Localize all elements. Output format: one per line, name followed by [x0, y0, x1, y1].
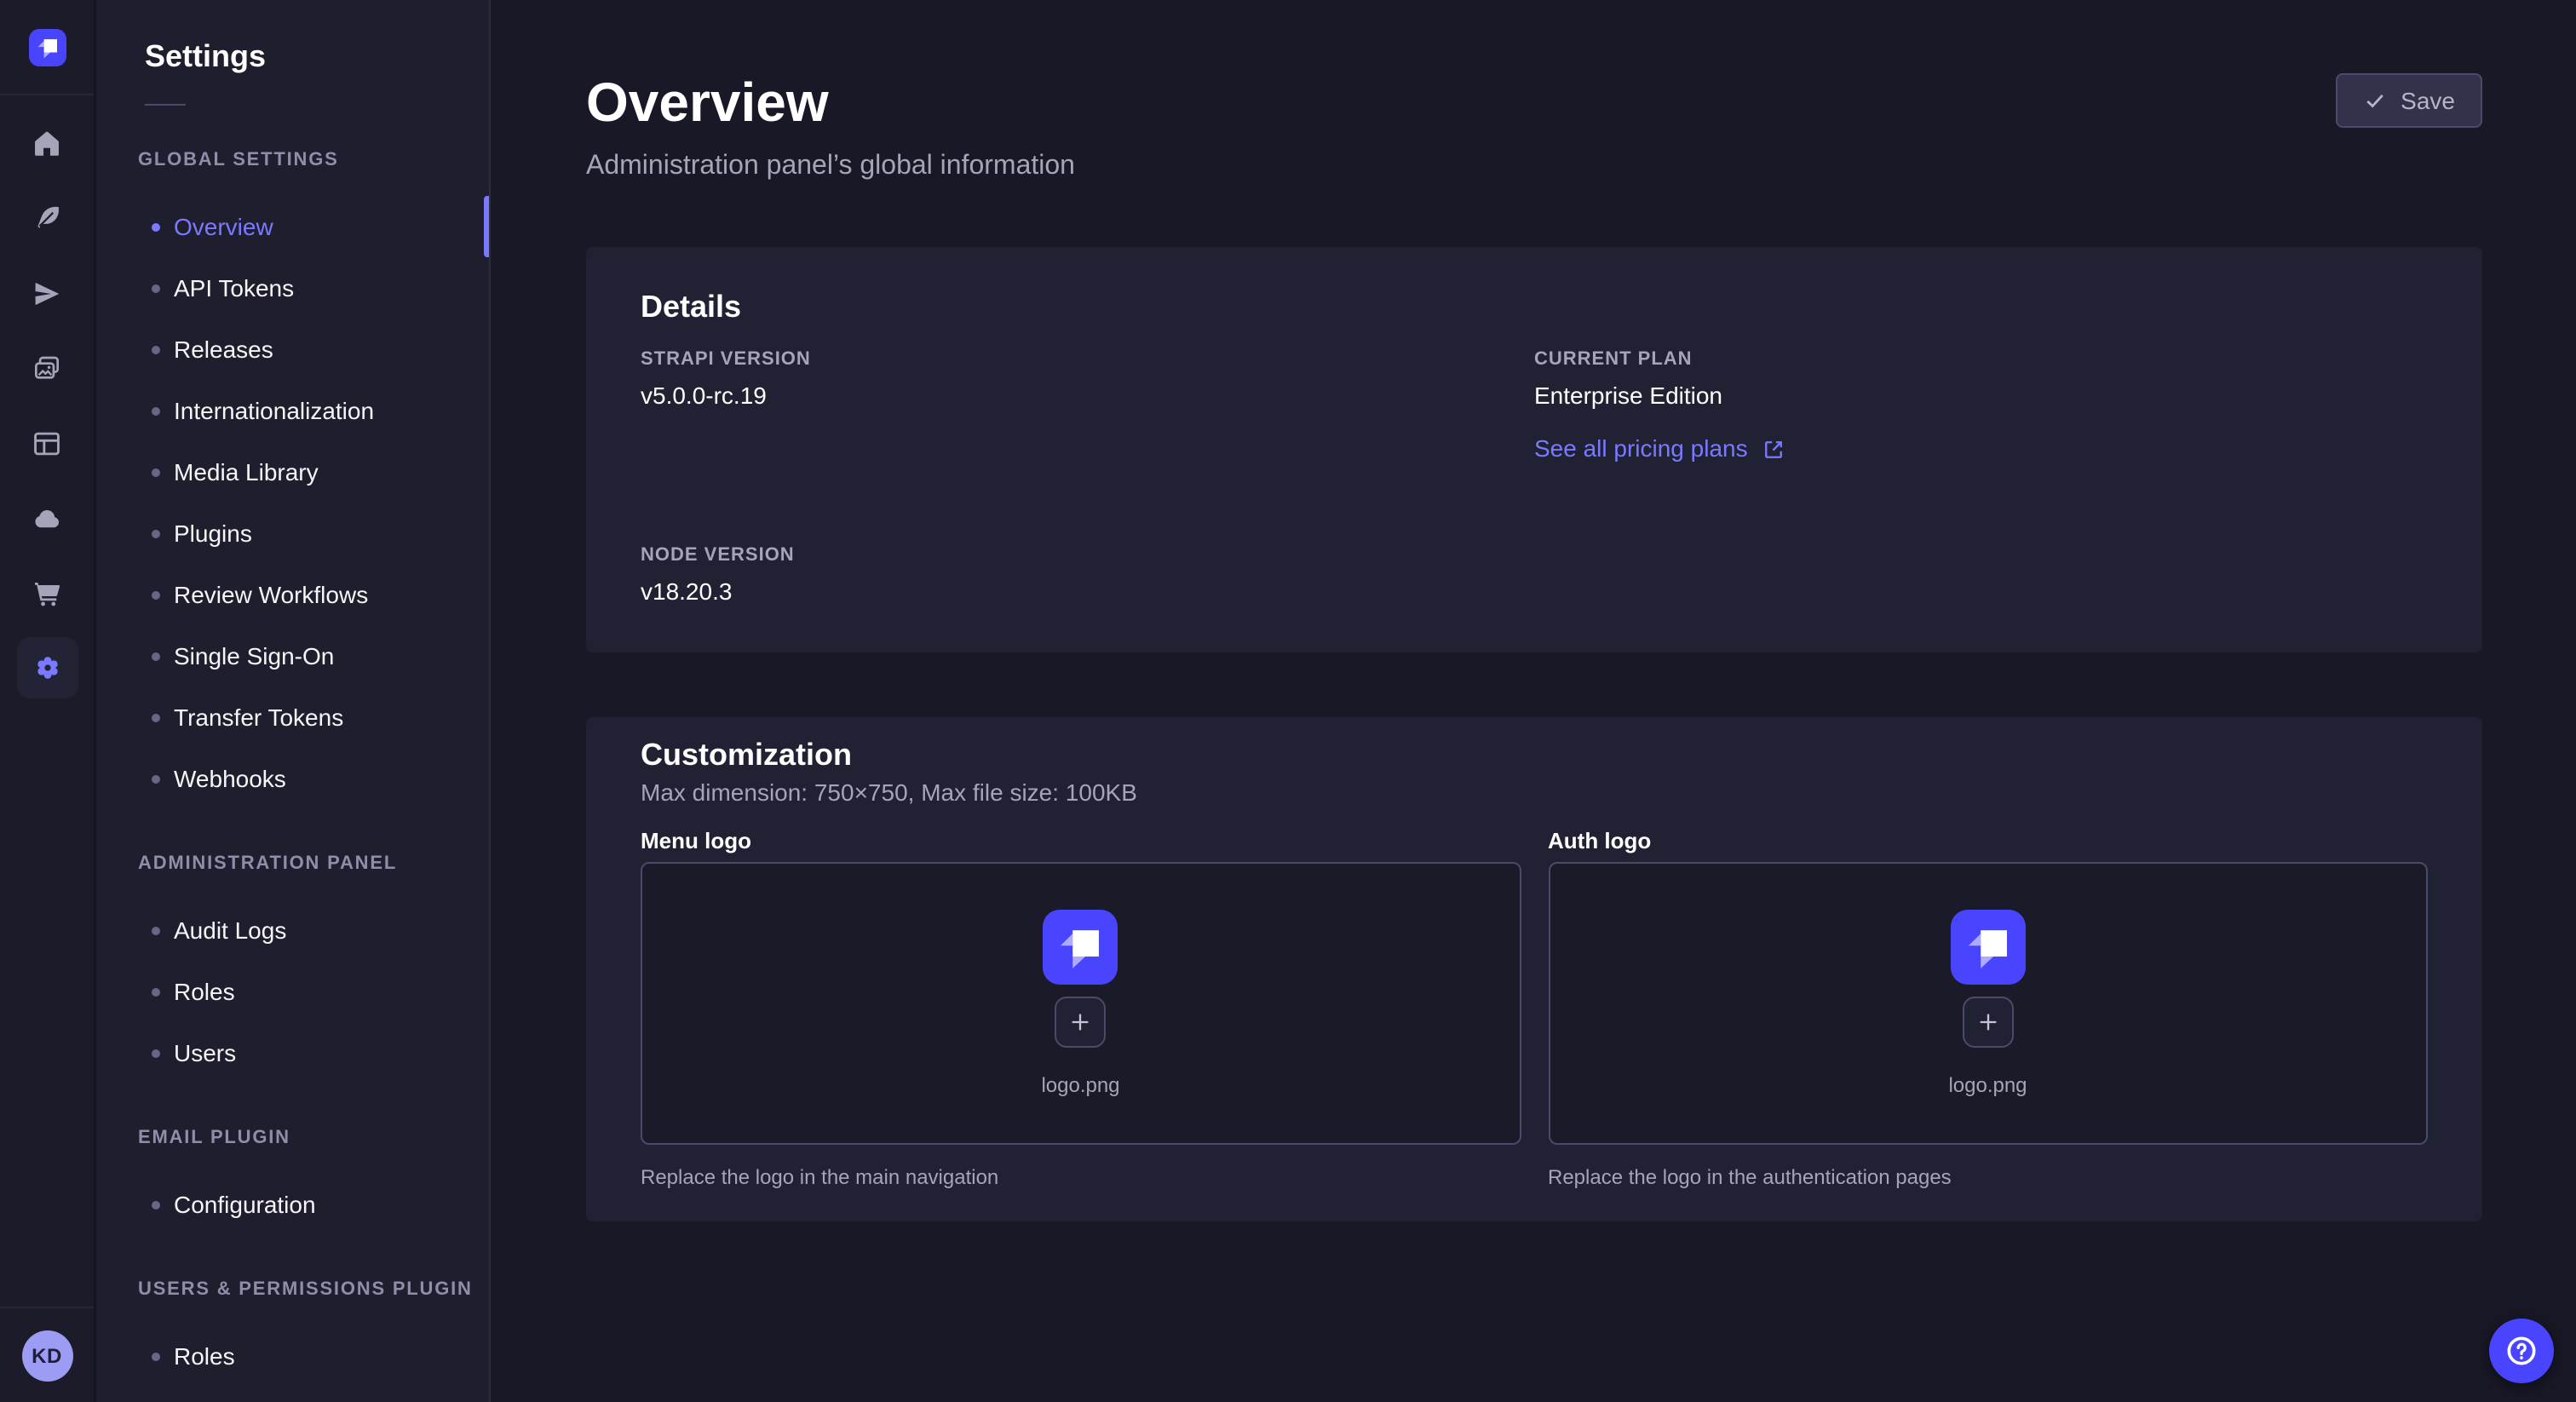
bullet-icon [152, 529, 160, 537]
strapi-logo-preview [1951, 910, 2026, 985]
subnav-section-admin-panel: ADMINISTRATION PANEL Audit Logs Roles Us… [97, 853, 489, 1083]
subnav-item-up-roles[interactable]: Roles [97, 1325, 489, 1387]
subnav-item-overview[interactable]: Overview [97, 196, 489, 257]
plus-icon [1976, 1010, 2000, 1034]
question-icon [2503, 1332, 2540, 1370]
auth-logo-dropzone[interactable]: logo.png [1548, 862, 2428, 1145]
main-content: Overview Save Administration panel’s glo… [491, 0, 2576, 1402]
pricing-plans-link[interactable]: See all pricing plans [1534, 434, 2428, 463]
strapi-logo-icon [28, 28, 66, 66]
subnav-section-email-plugin: EMAIL PLUGIN Configuration [97, 1128, 489, 1235]
rail-footer: KD [0, 1307, 94, 1402]
subnav-section-global: GLOBAL SETTINGS Overview API Tokens Rele… [97, 150, 489, 809]
subnav-section-users-permissions: USERS & PERMISSIONS PLUGIN Roles Provide… [97, 1279, 489, 1402]
subnav-item-users[interactable]: Users [97, 1022, 489, 1083]
page-subtitle: Administration panel’s global informatio… [586, 150, 2482, 182]
check-icon [2363, 89, 2387, 112]
upload-hint: Replace the logo in the main navigation [641, 1165, 1521, 1189]
bullet-icon [152, 345, 160, 353]
bullet-icon [152, 1352, 160, 1360]
bullet-icon [152, 468, 160, 476]
subnav-item-audit-logs[interactable]: Audit Logs [97, 899, 489, 961]
bullet-icon [152, 222, 160, 231]
current-plan-field: CURRENT PLAN Enterprise Edition See all … [1534, 349, 2428, 463]
details-card: Details STRAPI VERSION v5.0.0-rc.19 CURR… [586, 247, 2482, 652]
active-item-indicator [484, 196, 489, 257]
logo-filename: logo.png [1041, 1073, 1119, 1097]
subnav-item-up-providers[interactable]: Providers [97, 1387, 489, 1402]
home-icon[interactable] [16, 112, 78, 174]
bullet-icon [152, 590, 160, 599]
field-label: NODE VERSION [641, 545, 1534, 567]
section-header: EMAIL PLUGIN [138, 1128, 489, 1152]
field-label: CURRENT PLAN [1534, 349, 2428, 371]
user-avatar[interactable]: KD [21, 1330, 72, 1382]
customization-card: Customization Max dimension: 750×750, Ma… [586, 717, 2482, 1221]
bullet-icon [152, 1200, 160, 1209]
subnav-item-internationalization[interactable]: Internationalization [97, 380, 489, 441]
app-root: KD Settings GLOBAL SETTINGS Overview API… [0, 0, 2576, 1402]
upload-label: Auth logo [1548, 828, 2428, 853]
save-button[interactable]: Save [2336, 73, 2482, 128]
page-title: Overview [586, 73, 829, 131]
rail-footer-divider [0, 1307, 94, 1308]
cloud-icon[interactable] [16, 487, 78, 549]
subnav-item-releases[interactable]: Releases [97, 319, 489, 380]
subnav-title: Settings [145, 37, 489, 75]
field-value: Enterprise Edition [1534, 382, 2428, 411]
subnav-item-single-sign-on[interactable]: Single Sign-On [97, 625, 489, 687]
plus-icon [1069, 1010, 1093, 1034]
workspace-logo-button[interactable] [0, 0, 94, 95]
auth-logo-upload: Auth logo logo.png Replace the logo in t… [1548, 828, 2428, 1189]
settings-subnav: Settings GLOBAL SETTINGS Overview API To… [97, 0, 491, 1402]
section-header: USERS & PERMISSIONS PLUGIN [138, 1279, 489, 1303]
strapi-version-field: STRAPI VERSION v5.0.0-rc.19 [641, 349, 1534, 463]
bullet-icon [152, 987, 160, 996]
subnav-item-api-tokens[interactable]: API Tokens [97, 257, 489, 319]
bullet-icon [152, 652, 160, 660]
field-value: v18.20.3 [641, 577, 1534, 606]
cart-icon[interactable] [16, 562, 78, 623]
subnav-item-webhooks[interactable]: Webhooks [97, 748, 489, 809]
bullet-icon [152, 926, 160, 934]
upload-hint: Replace the logo in the authentication p… [1548, 1165, 2428, 1189]
layout-icon[interactable] [16, 412, 78, 474]
bullet-icon [152, 1049, 160, 1057]
page-header: Overview Save [586, 73, 2482, 131]
subnav-item-configuration[interactable]: Configuration [97, 1174, 489, 1235]
subnav-item-media-library[interactable]: Media Library [97, 441, 489, 503]
customization-constraints: Max dimension: 750×750, Max file size: 1… [641, 779, 2428, 807]
gear-icon[interactable] [16, 637, 78, 698]
subnav-item-transfer-tokens[interactable]: Transfer Tokens [97, 687, 489, 748]
bullet-icon [152, 713, 160, 721]
subnav-item-plugins[interactable]: Plugins [97, 503, 489, 564]
send-icon[interactable] [16, 262, 78, 324]
feather-icon[interactable] [16, 187, 78, 249]
pictures-icon[interactable] [16, 337, 78, 399]
add-logo-button[interactable] [1963, 997, 2014, 1048]
help-button[interactable] [2489, 1319, 2554, 1383]
section-header: GLOBAL SETTINGS [138, 150, 489, 174]
rail-icon-list [16, 112, 78, 698]
field-label: STRAPI VERSION [641, 349, 1534, 371]
bullet-icon [152, 774, 160, 783]
strapi-logo-preview [1044, 910, 1118, 985]
subnav-title-divider [145, 104, 186, 106]
menu-logo-dropzone[interactable]: logo.png [641, 862, 1521, 1145]
main-nav-rail: KD [0, 0, 95, 1402]
node-version-field: NODE VERSION v18.20.3 [641, 545, 1534, 606]
section-header: ADMINISTRATION PANEL [138, 853, 489, 877]
subnav-item-roles[interactable]: Roles [97, 961, 489, 1022]
customization-card-title: Customization [641, 739, 2428, 770]
add-logo-button[interactable] [1055, 997, 1107, 1048]
logo-filename: logo.png [1948, 1073, 2027, 1097]
subnav-item-review-workflows[interactable]: Review Workflows [97, 564, 489, 625]
upload-label: Menu logo [641, 828, 1521, 853]
external-link-icon [1762, 437, 1785, 461]
bullet-icon [152, 406, 160, 415]
bullet-icon [152, 284, 160, 292]
details-card-title: Details [641, 291, 2428, 322]
menu-logo-upload: Menu logo logo.png Replace the logo in t… [641, 828, 1521, 1189]
field-value: v5.0.0-rc.19 [641, 382, 1534, 411]
